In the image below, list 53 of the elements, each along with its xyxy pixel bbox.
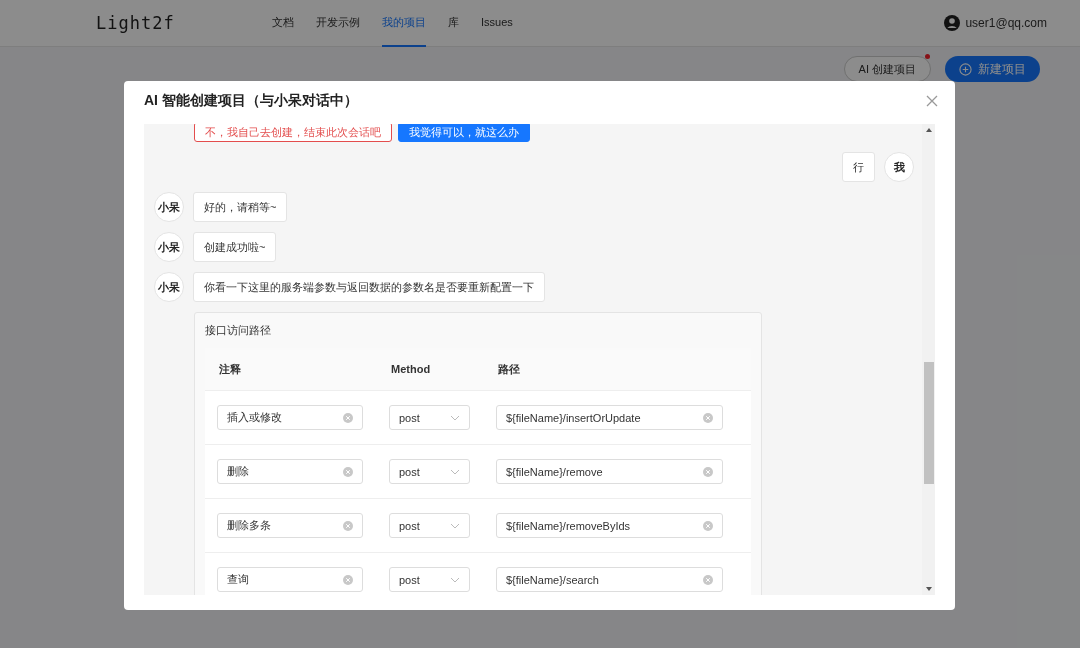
comment-field[interactable]: 删除 xyxy=(217,459,363,484)
dialog-title: AI 智能创建项目（与小呆对话中） xyxy=(144,91,358,110)
close-icon[interactable] xyxy=(926,94,938,107)
chevron-down-icon xyxy=(450,468,460,475)
chevron-down-icon xyxy=(450,414,460,421)
ai-create-button[interactable]: AI 创建项目 xyxy=(843,56,931,82)
nav-tab[interactable]: 文档 xyxy=(272,0,294,47)
avatar: 小呆 xyxy=(154,192,184,222)
comment-field[interactable]: 插入或修改 xyxy=(217,405,363,430)
message-bubble: 行 xyxy=(842,152,875,182)
path-field[interactable]: ${fileName}/insertOrUpdate xyxy=(496,405,723,430)
chevron-down-icon xyxy=(450,522,460,529)
method-select[interactable]: post xyxy=(389,513,470,538)
column-header: Method xyxy=(391,363,432,375)
nav-tab[interactable]: Issues xyxy=(481,0,513,47)
clear-icon[interactable] xyxy=(343,466,353,477)
scroll-down-icon[interactable] xyxy=(925,587,932,591)
method-select[interactable]: post xyxy=(389,405,470,430)
clear-icon[interactable] xyxy=(703,412,713,423)
scrollbar[interactable] xyxy=(922,124,935,595)
comment-field[interactable]: 删除多条 xyxy=(217,513,363,538)
message-bubble: 你看一下这里的服务端参数与返回数据的参数名是否要重新配置一下 xyxy=(193,272,545,302)
plus-circle-icon xyxy=(959,62,972,76)
logo: Light2f xyxy=(96,13,176,33)
user-email: user1@qq.com xyxy=(965,16,1047,30)
scroll-up-icon[interactable] xyxy=(925,128,932,132)
card-title: 接口访问路径 xyxy=(205,323,272,338)
path-field[interactable]: ${fileName}/search xyxy=(496,567,723,592)
nav-tab[interactable]: 开发示例 xyxy=(316,0,360,47)
column-header: 注释 xyxy=(218,361,242,377)
option-button[interactable]: 不，我自己去创建，结束此次会话吧 xyxy=(194,124,392,142)
avatar: 我 xyxy=(884,152,914,182)
clear-icon[interactable] xyxy=(343,412,353,423)
column-header: 路径 xyxy=(498,361,520,377)
path-field[interactable]: ${fileName}/remove xyxy=(496,459,723,484)
method-select[interactable]: post xyxy=(389,567,470,592)
scrollbar-thumb[interactable] xyxy=(923,362,934,484)
nav-tab[interactable]: 库 xyxy=(448,0,459,47)
clear-icon[interactable] xyxy=(703,466,713,477)
comment-field[interactable]: 查询 xyxy=(217,567,363,592)
clear-icon[interactable] xyxy=(343,574,353,585)
option-button[interactable]: 我觉得可以，就这么办 xyxy=(398,124,530,142)
avatar: 小呆 xyxy=(154,272,184,302)
clear-icon[interactable] xyxy=(703,520,713,531)
method-select[interactable]: post xyxy=(389,459,470,484)
message-bubble: 好的，请稍等~ xyxy=(193,192,288,222)
clear-icon[interactable] xyxy=(343,520,353,531)
chevron-down-icon xyxy=(450,576,460,583)
avatar: 小呆 xyxy=(154,232,184,262)
path-field[interactable]: ${fileName}/removeByIds xyxy=(496,513,723,538)
message-bubble: 创建成功啦~ xyxy=(193,232,277,262)
clear-icon[interactable] xyxy=(703,574,713,585)
user-icon xyxy=(944,15,961,31)
